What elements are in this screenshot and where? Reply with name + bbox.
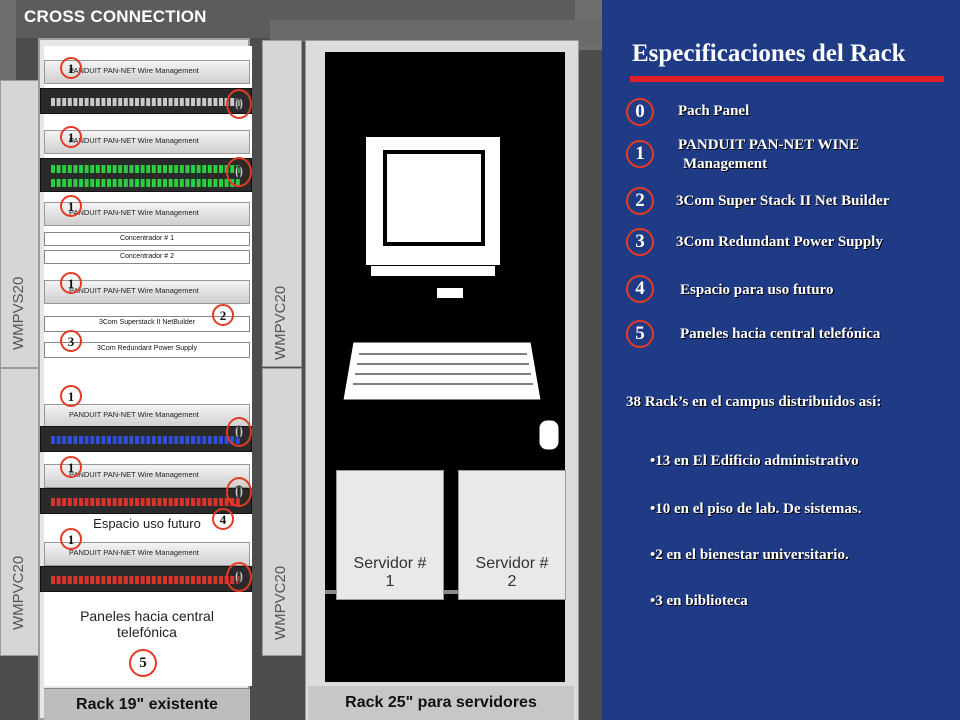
- rack-25-label: Rack 25" para servidores: [345, 694, 537, 711]
- patch-ports: [51, 98, 240, 106]
- patch-panel: [40, 88, 252, 114]
- mouse-icon: [538, 419, 560, 451]
- pillar-label: WMPVS20: [10, 276, 27, 350]
- legend-badge-0: 0: [626, 98, 654, 126]
- legend-text-2: 3Com Super Stack II Net Builder: [676, 193, 890, 209]
- marker-1: 1: [60, 456, 82, 478]
- marker-1: 1: [60, 272, 82, 294]
- campus-bullet: •13 en El Edificio administrativo: [650, 453, 859, 469]
- legend-badge-5: 5: [626, 320, 654, 348]
- marker-4: 4: [212, 508, 234, 530]
- title-underline: [630, 76, 944, 82]
- patch-panel: [40, 158, 252, 192]
- marker-3: 3: [60, 330, 82, 352]
- rack-19-footer: Rack 19" existente: [44, 688, 250, 720]
- diagram-title: CROSS CONNECTION: [24, 7, 207, 26]
- campus-heading: 38 Rack’s en el campus distribuidos así:: [626, 394, 882, 410]
- patch-panel: [40, 426, 252, 452]
- legend-text-0: Pach Panel: [678, 103, 750, 119]
- marker-1: 1: [60, 528, 82, 550]
- marker-0: 0: [226, 89, 252, 119]
- phone-panels: Paneles hacia central telefónica: [80, 608, 214, 640]
- marker-0: 0: [226, 157, 252, 187]
- patch-ports: [51, 436, 240, 444]
- campus-bullet: •2 en el bienestar universitario.: [650, 547, 849, 563]
- marker-1: 1: [60, 195, 82, 217]
- marker-0: 0: [226, 477, 252, 507]
- pillar-label: WMPVC20: [272, 285, 289, 360]
- legend-badge-1: 1: [626, 140, 654, 168]
- legend-text-4: Espacio para uso futuro: [680, 282, 834, 298]
- legend-badge-3: 3: [626, 228, 654, 256]
- rack-19-label: Rack 19" existente: [76, 696, 218, 713]
- pillar-label: WMPVC20: [10, 555, 27, 630]
- marker-0: 0: [226, 562, 252, 592]
- legend-text-1: PANDUIT PAN-NET WINE: [678, 137, 860, 153]
- top-left-post: [0, 0, 16, 80]
- rack-diagram: CROSS CONNECTION WMPVS20 WMPVC20 WMPVC20…: [0, 0, 602, 720]
- legend-text-1b: Management: [683, 156, 768, 172]
- concentrator-1: Concentrador # 1: [44, 232, 250, 246]
- marker-5: 5: [129, 649, 157, 677]
- marker-1: 1: [60, 57, 82, 79]
- wire-management-panel: PANDUIT PAN-NET Wire Management: [44, 404, 250, 428]
- marker-0: 0: [226, 417, 252, 447]
- patch-ports: [51, 576, 240, 584]
- upper-rail: [270, 20, 602, 42]
- monitor-icon: [364, 135, 502, 298]
- patch-panel: [40, 566, 252, 592]
- legend-text-3: 3Com Redundant Power Supply: [676, 234, 883, 250]
- legend-badge-4: 4: [626, 275, 654, 303]
- server-1: Servidor #1: [336, 470, 444, 600]
- legend-badge-2: 2: [626, 187, 654, 215]
- keyboard-icon: [342, 341, 542, 401]
- campus-bullet: •3 en biblioteca: [650, 593, 748, 609]
- legend-text-5: Paneles hacia central telefónica: [680, 326, 881, 342]
- campus-bullet: •10 en el piso de lab. De sistemas.: [650, 501, 862, 517]
- concentrator-2: Concentrador # 2: [44, 250, 250, 264]
- marker-1: 1: [60, 385, 82, 407]
- server-2: Servidor #2: [458, 470, 566, 600]
- specs-title: Especificaciones del Rack: [632, 40, 906, 67]
- slide: CROSS CONNECTION WMPVS20 WMPVC20 WMPVC20…: [0, 0, 960, 720]
- rack-25-footer: Rack 25" para servidores: [308, 686, 574, 720]
- pillar-label: WMPVC20: [272, 565, 289, 640]
- patch-ports: [51, 165, 240, 187]
- marker-1: 1: [60, 126, 82, 148]
- marker-2: 2: [212, 304, 234, 326]
